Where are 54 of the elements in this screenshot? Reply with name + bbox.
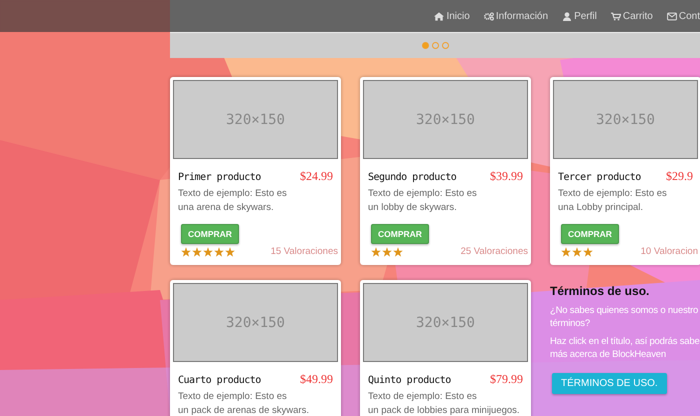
product-image: 320×150 [553,80,698,159]
product-image: 320×150 [173,283,338,362]
nav-link[interactable]: Información [484,10,548,22]
ratings-count: 25 Valoraciones [460,246,528,257]
star-icon [225,246,235,256]
product-price: $49.99 [300,372,333,387]
user-icon [562,12,572,20]
star-icon [214,246,224,256]
product-price: $39.99 [490,169,523,184]
star-icon [583,246,593,256]
terms-title[interactable]: Términos de uso. [550,284,700,298]
envelope-icon [666,12,677,20]
buy-button[interactable]: COMPRAR [181,224,239,244]
product-name: Cuarto producto [178,375,261,386]
star-icon [371,246,381,256]
star-icon [181,246,191,256]
nav-link[interactable]: Perfil [562,10,597,22]
terms-text: Haz click en el título, así podrás sabe más acerca de BlockHeaven [550,335,700,361]
home-icon [434,12,444,20]
star-icon [393,246,403,256]
terms-text: ¿No sabes quienes somos o nuestro términos? [550,304,700,330]
product-price: $24.99 [300,169,333,184]
product-description: Texto de ejemplo: Esto es un pack de lobbies para minijuegos. [368,390,521,416]
cart-icon [610,12,621,20]
product-name: Quinto producto [368,375,451,386]
product-description: Texto de ejemplo: Esto es un lobby de skywars. [368,187,478,215]
product-name: Segundo producto [368,172,456,183]
terms-button[interactable]: TÉRMINOS DE USO. [552,373,667,394]
product-name: Tercer producto [558,172,641,183]
star-icon [382,246,392,256]
nav-link[interactable]: Cont [666,10,700,22]
gears-icon [484,12,494,20]
star-icon [561,246,571,256]
buy-button[interactable]: COMPRAR [371,224,429,244]
product-name: Primer producto [178,172,261,183]
carousel-dot[interactable] [432,42,438,49]
product-price: $79.99 [490,372,523,387]
buy-button[interactable]: COMPRAR [561,224,619,244]
nav-link[interactable]: Carrito [610,10,653,22]
carousel-dot[interactable] [422,42,428,49]
product-image: 320×150 [173,80,338,159]
nav-link[interactable]: Inicio [434,10,470,22]
carousel-dot[interactable] [442,42,448,49]
ratings-count: 10 Valoracion [640,246,698,257]
product-image: 320×150 [363,80,528,159]
product-price: $29.9 [666,169,693,184]
star-icon [203,246,213,256]
product-description: Texto de ejemplo: Esto es una arena de skywars. [178,187,288,215]
star-icon [572,246,582,256]
product-description: Texto de ejemplo: Esto es un pack de arenas de skywars. [178,390,310,416]
product-image: 320×150 [363,283,528,362]
star-icon [192,246,202,256]
product-description: Texto de ejemplo: Esto es una Lobby principal. [558,187,668,215]
ratings-count: 15 Valoraciones [270,246,338,257]
